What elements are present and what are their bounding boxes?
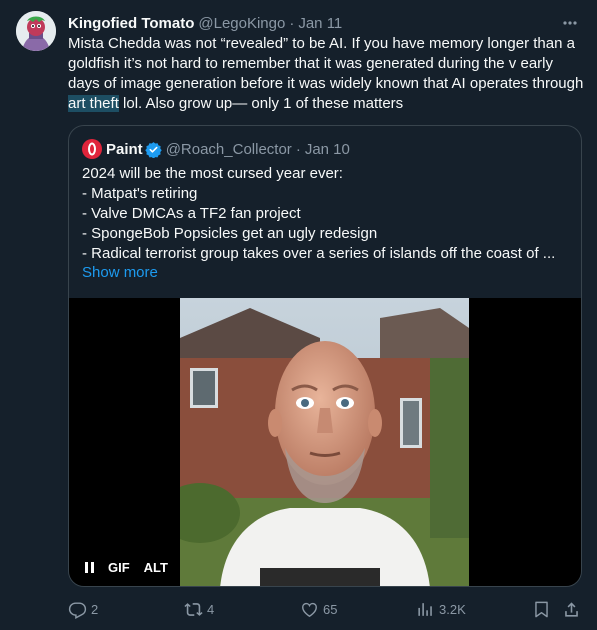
verified-badge-icon — [144, 141, 162, 158]
quote-line: - Valve DMCAs a TF2 fan project — [82, 205, 301, 222]
quote-line: - SpongeBob Popsicles get an ugly redesi… — [82, 225, 378, 242]
tweet-date[interactable]: Jan 11 — [298, 15, 342, 32]
quote-header: Paint @Roach_Collector · Jan 10 — [82, 139, 350, 159]
more-options-button[interactable] — [557, 10, 583, 36]
quote-line: - Matpat's retiring — [82, 185, 198, 202]
alt-text-button[interactable]: ALT — [144, 560, 168, 575]
reply-count: 2 — [91, 601, 99, 617]
separator-dot: · — [295, 140, 301, 158]
bookmark-icon — [535, 601, 548, 617]
avatar-image — [16, 11, 56, 51]
avatar[interactable] — [16, 11, 56, 51]
share-button[interactable] — [562, 598, 581, 620]
tweet-text-part: lol. Also grow up— only 1 of these matte… — [118, 95, 404, 112]
views-icon — [418, 602, 432, 616]
show-more-link[interactable]: Show more — [82, 264, 158, 281]
author-handle[interactable]: @LegoKingo — [198, 15, 285, 32]
quote-author-name[interactable]: Paint — [106, 141, 143, 158]
quote-text: 2024 will be the most cursed year ever: … — [82, 164, 574, 264]
media-controls: GIF ALT — [85, 560, 168, 575]
like-button[interactable]: 65 — [300, 598, 337, 620]
tweet: Kingofied Tomato @LegoKingo · Jan 11 Mis… — [0, 0, 597, 630]
views-button[interactable]: 3.2K — [416, 598, 466, 620]
quote-avatar[interactable] — [82, 139, 102, 159]
tweet-text-part: Mista Chedda was not “revealed” to be AI… — [68, 35, 584, 92]
repost-icon — [184, 602, 203, 616]
reply-button[interactable]: 2 — [68, 598, 98, 620]
quote-author-handle[interactable]: @Roach_Collector — [166, 141, 292, 158]
bookmark-button[interactable] — [532, 598, 551, 620]
quote-line: - Radical terrorist group takes over a s… — [82, 245, 556, 262]
share-icon — [565, 601, 578, 617]
more-icon — [563, 21, 577, 25]
reply-icon — [68, 601, 87, 619]
gif-image — [180, 298, 469, 586]
quote-line: 2024 will be the most cursed year ever: — [82, 165, 343, 182]
highlighted-text: art theft — [68, 95, 119, 112]
tweet-header: Kingofied Tomato @LegoKingo · Jan 11 — [68, 13, 581, 33]
tweet-text: Mista Chedda was not “revealed” to be AI… — [68, 34, 588, 114]
quote-date[interactable]: Jan 10 — [305, 141, 350, 158]
gif-badge: GIF — [108, 560, 130, 575]
separator-dot: · — [289, 14, 295, 32]
like-count: 65 — [323, 601, 338, 617]
pause-icon[interactable] — [85, 562, 94, 573]
heart-icon — [302, 602, 317, 617]
repost-button[interactable]: 4 — [184, 598, 214, 620]
repost-count: 4 — [207, 601, 215, 617]
media-gif[interactable]: GIF ALT — [69, 298, 581, 586]
view-count: 3.2K — [439, 601, 466, 617]
author-name[interactable]: Kingofied Tomato — [68, 15, 194, 32]
action-bar: 2 4 65 3.2K — [68, 598, 583, 620]
quote-tweet[interactable]: Paint @Roach_Collector · Jan 10 2024 wil… — [68, 125, 582, 587]
